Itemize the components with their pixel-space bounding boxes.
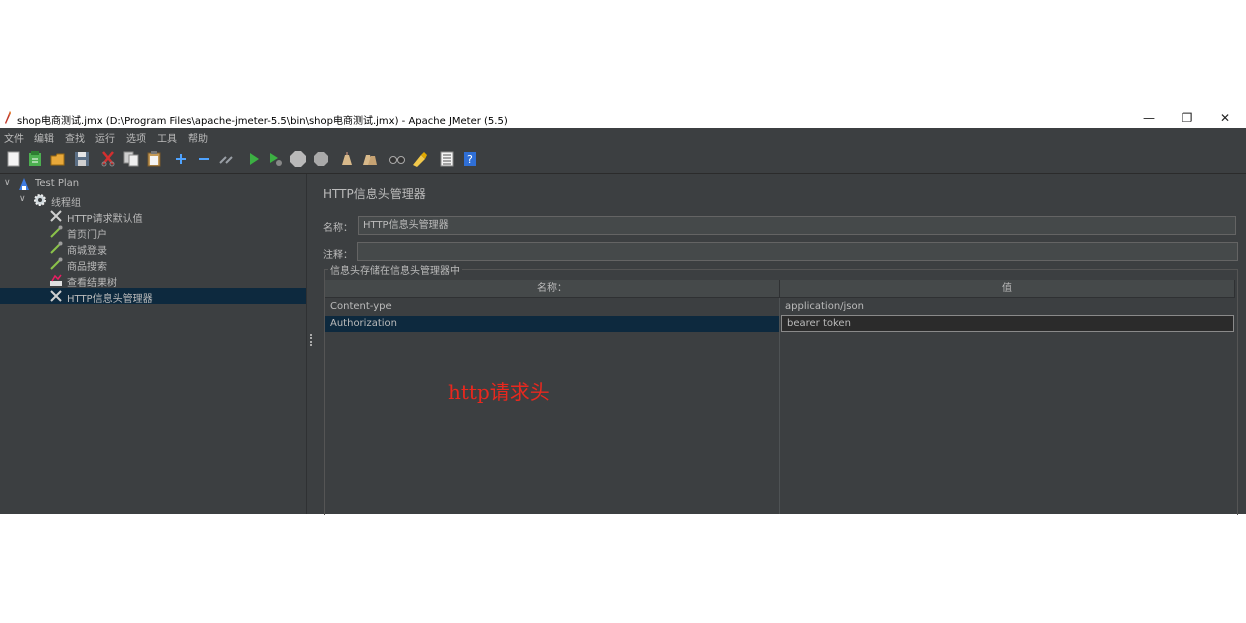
close-button[interactable]: ✕ [1215,110,1235,126]
menu-edit[interactable]: 编辑 [34,130,54,145]
test-plan-icon [17,177,31,191]
svg-text:?: ? [467,153,473,166]
tree-item-product-search[interactable]: 商品搜索 [0,256,306,273]
test-plan-tree: ∨ Test Plan ∨ 线程组 HTTP请求默认值 首页门户 商城登录 商品… [0,174,306,514]
cut-icon[interactable] [100,151,116,167]
chevron-down-icon[interactable]: ∨ [19,194,26,204]
minimize-button[interactable]: — [1139,110,1159,126]
clear-icon[interactable] [339,151,355,167]
name-label: 名称： [323,223,353,234]
header-manager-panel: HTTP信息头管理器 名称： HTTP信息头管理器 注释： 信息头存储在信息头管… [315,174,1246,515]
page-title: HTTP信息头管理器 [323,187,426,201]
column-header-value[interactable]: 值 [780,280,1235,298]
start-icon[interactable] [246,151,262,167]
gear-icon [33,193,47,207]
listener-icon [49,273,63,287]
chevron-down-icon[interactable]: ∨ [4,178,11,188]
tree-item-label: HTTP请求默认值 [67,214,143,225]
table-cell-value-editor[interactable]: bearer token [781,315,1234,332]
menu-bar: 文件 编辑 查找 运行 选项 工具 帮助 [0,128,1246,145]
tree-item-test-plan[interactable]: ∨ Test Plan [0,176,306,192]
title-bar: shop电商测试.jmx (D:\Program Files\apache-jm… [0,108,1246,128]
help-icon[interactable]: ? [462,151,478,167]
column-header-name[interactable]: 名称： [325,280,780,298]
tree-item-label: Test Plan [35,178,80,189]
expand-icon[interactable] [173,151,189,167]
open-icon[interactable] [50,151,66,167]
tree-item-home-portal[interactable]: 首页门户 [0,224,306,241]
shutdown-icon[interactable] [313,151,329,167]
window-title: shop电商测试.jmx (D:\Program Files\apache-jm… [17,116,508,127]
tree-item-label: HTTP信息头管理器 [67,294,153,305]
menu-run[interactable]: 运行 [95,130,115,145]
menu-file[interactable]: 文件 [4,130,24,145]
wrench-icon [49,209,63,223]
toggle-icon[interactable] [218,151,234,167]
menu-options[interactable]: 选项 [126,130,146,145]
pipette-icon [49,225,63,239]
drag-handle-icon [310,334,314,346]
headers-group-title: 信息头存储在信息头管理器中 [328,262,462,277]
toolbar: ? [0,145,1246,174]
comment-field[interactable] [357,242,1238,261]
tree-item-results-tree[interactable]: 查看结果树 [0,272,306,289]
jmeter-window: shop电商测试.jmx (D:\Program Files\apache-jm… [0,108,1246,515]
table-cell-name[interactable]: Content-ype [325,299,779,315]
start-no-timers-icon[interactable] [268,151,284,167]
reset-search-icon[interactable] [411,151,427,167]
save-icon[interactable] [74,151,90,167]
tree-item-label: 查看结果树 [67,278,117,289]
tree-item-thread-group[interactable]: ∨ 线程组 [0,192,306,209]
search-icon[interactable] [389,151,405,167]
tree-item-label: 商城登录 [67,246,107,257]
column-divider [779,298,780,514]
menu-help[interactable]: 帮助 [188,130,208,145]
templates-icon[interactable] [27,151,43,167]
tree-item-http-defaults[interactable]: HTTP请求默认值 [0,208,306,225]
tree-item-http-header-manager[interactable]: HTTP信息头管理器 [0,288,306,305]
pipette-icon [49,257,63,271]
name-field[interactable]: HTTP信息头管理器 [358,216,1236,235]
menu-search[interactable]: 查找 [65,130,85,145]
tree-item-label: 线程组 [51,198,81,209]
copy-icon[interactable] [123,151,139,167]
function-helper-icon[interactable] [439,151,455,167]
new-icon[interactable] [6,151,22,167]
comment-label: 注释： [323,250,353,261]
annotation-text: http请求头 [448,380,550,404]
tree-item-label: 商品搜索 [67,262,107,273]
collapse-icon[interactable] [196,151,212,167]
tree-item-label: 首页门户 [67,230,107,241]
table-cell-name[interactable]: Authorization [325,316,779,332]
menu-tools[interactable]: 工具 [157,130,177,145]
wrench-icon [49,289,63,303]
pipette-icon [49,241,63,255]
tree-item-mall-login[interactable]: 商城登录 [0,240,306,257]
table-cell-value[interactable]: application/json [780,299,1235,315]
jmeter-feather-icon [4,111,12,125]
stop-icon[interactable] [290,151,306,167]
paste-icon[interactable] [146,151,162,167]
restore-button[interactable]: ❐ [1177,110,1197,126]
clear-all-icon[interactable] [362,151,378,167]
